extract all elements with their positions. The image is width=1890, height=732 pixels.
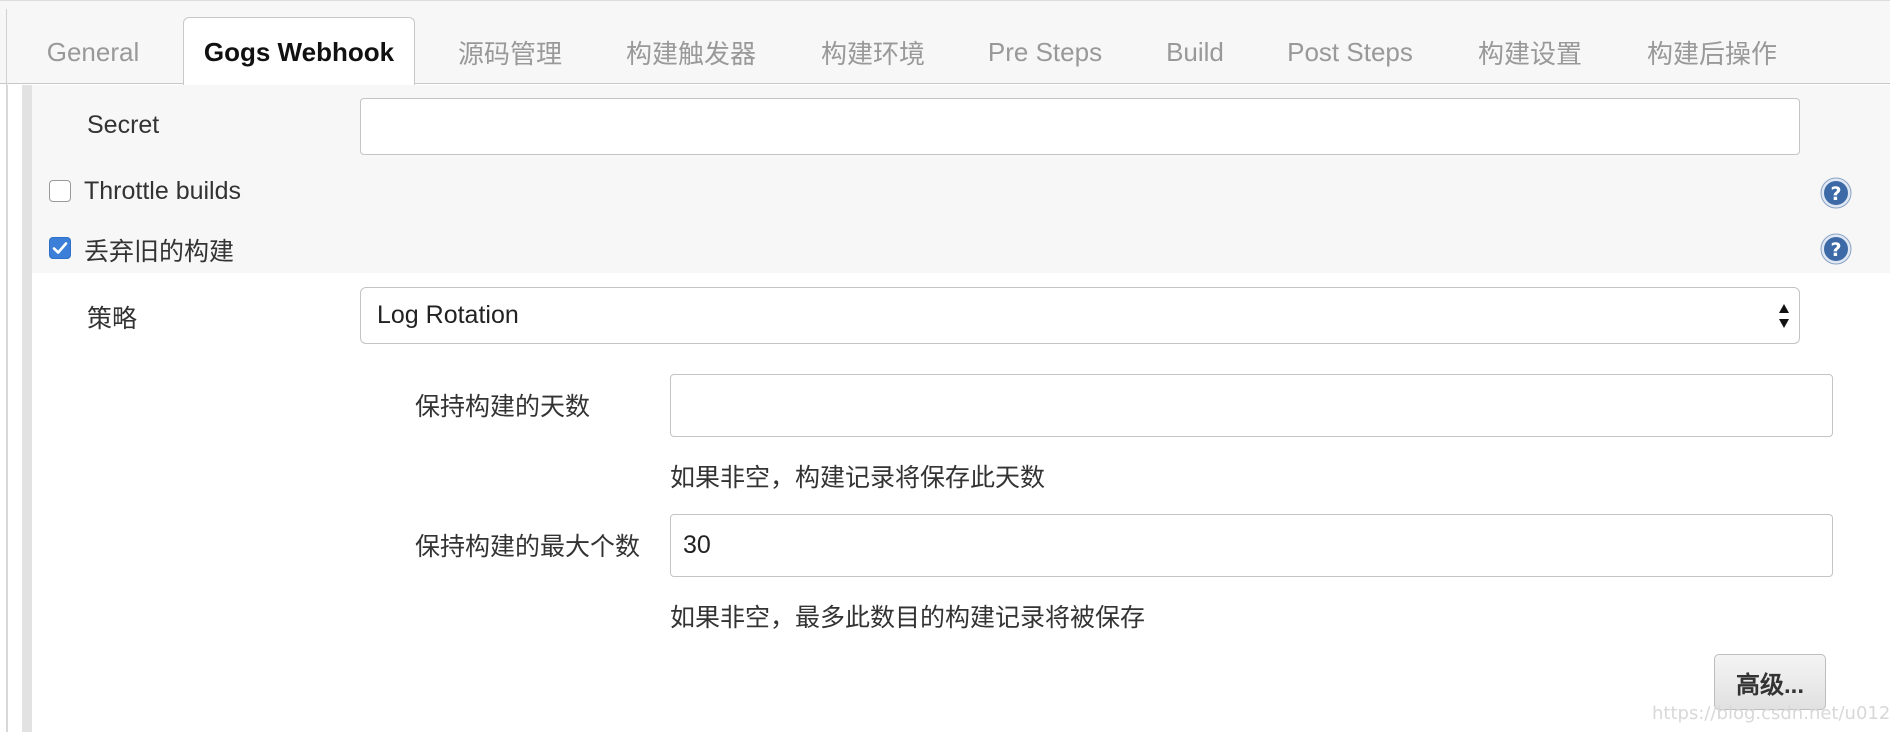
max-builds-label: 保持构建的最大个数	[415, 533, 641, 561]
tab-gogs-webhook[interactable]: Gogs Webhook	[183, 17, 415, 86]
options-rows	[32, 163, 1890, 273]
watermark: https://blog.csdn.net/u012700222	[1652, 703, 1890, 724]
secret-input[interactable]	[360, 98, 1800, 155]
updown-arrows-icon	[1779, 304, 1789, 328]
question-circle-icon[interactable]: ?	[1820, 177, 1852, 209]
tab-post-build-actions[interactable]: 构建后操作	[1632, 19, 1792, 85]
max-builds-input[interactable]	[670, 514, 1833, 577]
days-to-keep-input[interactable]	[670, 374, 1833, 437]
strategy-select[interactable]: Log Rotation	[360, 287, 1800, 344]
tab-general[interactable]: General	[22, 19, 164, 85]
throttle-builds-label: Throttle builds	[84, 177, 242, 205]
panel-left-border	[6, 85, 8, 732]
svg-text:?: ?	[1830, 239, 1841, 261]
throttle-builds-checkbox[interactable]	[49, 180, 71, 202]
tab-build[interactable]: Build	[1150, 19, 1240, 85]
strategy-selected-value: Log Rotation	[377, 301, 519, 329]
section-indent-bar	[22, 85, 32, 732]
tab-bar-left-border	[6, 9, 7, 85]
config-panel: Secret Throttle builds ? 丢弃旧的构建 ? 策略 Log…	[0, 85, 1890, 732]
secret-label: Secret	[87, 111, 160, 139]
days-to-keep-help: 如果非空，构建记录将保存此天数	[670, 464, 1046, 492]
days-to-keep-label: 保持构建的天数	[415, 393, 591, 421]
svg-text:?: ?	[1830, 183, 1841, 205]
discard-old-builds-label: 丢弃旧的构建	[84, 238, 235, 266]
tab-build-settings[interactable]: 构建设置	[1460, 19, 1600, 85]
tab-pre-steps[interactable]: Pre Steps	[975, 19, 1115, 85]
strategy-label: 策略	[87, 305, 138, 333]
checkmark-icon	[52, 242, 68, 254]
tab-build-triggers[interactable]: 构建触发器	[612, 19, 770, 85]
max-builds-help: 如果非空，最多此数目的构建记录将被保存	[670, 604, 1146, 632]
advanced-button[interactable]: 高级...	[1714, 654, 1826, 710]
tab-source-management[interactable]: 源码管理	[440, 19, 580, 85]
tab-bar: General Gogs Webhook 源码管理 构建触发器 构建环境 Pre…	[0, 0, 1890, 86]
tab-post-steps[interactable]: Post Steps	[1275, 19, 1425, 85]
discard-old-builds-checkbox[interactable]	[49, 237, 71, 259]
tab-build-environment[interactable]: 构建环境	[803, 19, 943, 85]
question-circle-icon[interactable]: ?	[1820, 233, 1852, 265]
